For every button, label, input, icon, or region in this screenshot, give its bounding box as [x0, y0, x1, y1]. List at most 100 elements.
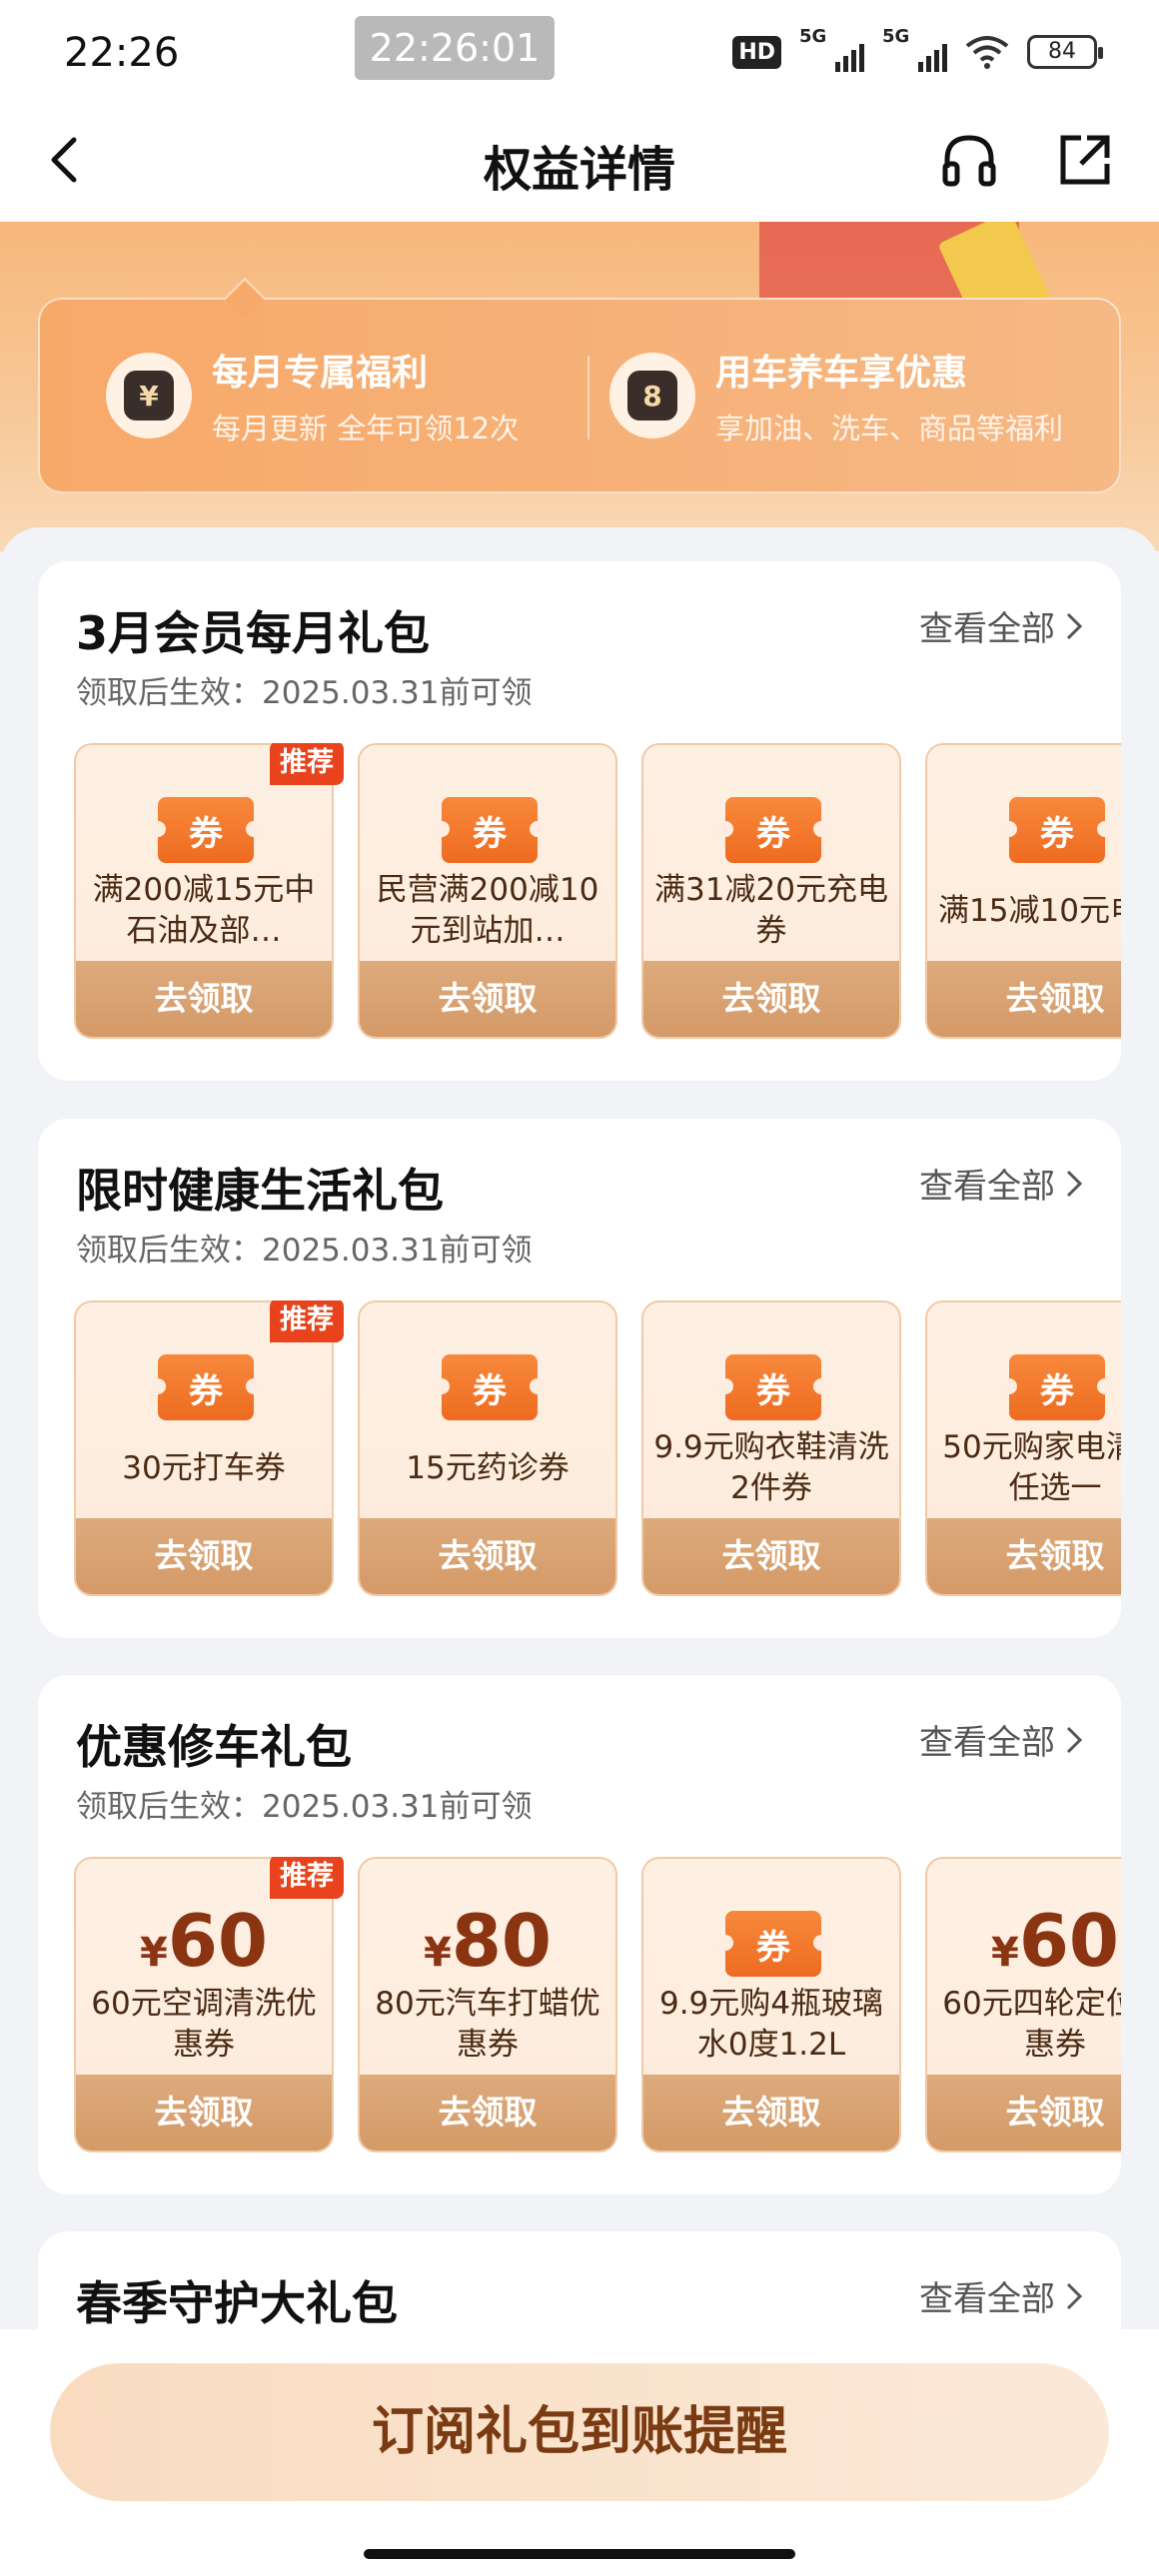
claim-button[interactable]: 去领取: [360, 961, 615, 1037]
benefit-item-monthly: ¥ 每月专属福利 每月更新 全年可领12次: [106, 344, 519, 447]
ticket-icon: 券: [434, 1354, 546, 1420]
coupon-description: 50元购家电清洗任选一: [942, 1429, 1121, 1506]
section-subtitle: 领取后生效：2025.03.31前可领: [76, 1789, 533, 1825]
home-indicator[interactable]: [364, 2549, 795, 2559]
claim-button[interactable]: 去领取: [360, 2075, 615, 2150]
benefit-item-car: 8 用车养车享优惠 享加油、洗车、商品等福利: [609, 344, 1063, 447]
section-repair-pack: 优惠修车礼包 查看全部 领取后生效：2025.03.31前可领 ¥60 60元空…: [38, 1675, 1121, 2194]
claim-button[interactable]: 去领取: [927, 2075, 1121, 2150]
ticket-icon: 券: [150, 797, 262, 863]
share-icon[interactable]: [1053, 128, 1117, 192]
coupon-card[interactable]: 券 9.9元购衣鞋清洗2件券 去领取: [641, 1300, 901, 1596]
coin-icon: ¥: [106, 353, 192, 438]
coupon-description: 满200减15元中石油及部…: [92, 872, 316, 949]
claim-button[interactable]: 去领取: [643, 2075, 899, 2150]
coupon-description: 满15减10元电券: [938, 892, 1121, 929]
coupon-description: 30元打车券: [122, 1449, 286, 1486]
claim-button[interactable]: 去领取: [643, 1518, 899, 1594]
view-all-link[interactable]: 查看全部: [919, 1715, 1085, 1764]
coupon-card[interactable]: 券 50元购家电清洗任选一 去领取: [925, 1300, 1121, 1596]
ticket-icon: 券: [717, 797, 829, 863]
view-all-link[interactable]: 查看全部: [919, 2271, 1085, 2320]
coupon-description: 9.9元购4瓶玻璃水0度1.2L: [658, 1986, 884, 2063]
status-icons: HD 5G 5G 84: [732, 26, 1103, 72]
headset-icon[interactable]: [937, 128, 1001, 192]
signal-icon: 5G: [799, 26, 864, 72]
benefit-summary-card: ¥ 每月专属福利 每月更新 全年可领12次 8 用车养车享优惠 享加油、洗车、商…: [38, 298, 1121, 493]
section-subtitle: 领取后生效：2025.03.31前可领: [76, 675, 533, 711]
ticket-icon: 券: [1001, 1354, 1113, 1420]
coupon-card[interactable]: 券 30元打车券 去领取: [74, 1300, 334, 1596]
section-monthly-pack: 3月会员每月礼包 查看全部 领取后生效：2025.03.31前可领 券 满200…: [38, 561, 1121, 1081]
coupon-card[interactable]: ¥80 80元汽车打蜡优惠券 去领取: [358, 1857, 617, 2152]
coupon-description: 民营满200减10元到站加…: [376, 872, 599, 949]
section-title: 优惠修车礼包: [76, 1720, 352, 1774]
coupon-card[interactable]: 券 满200减15元中石油及部… 去领取: [74, 743, 334, 1039]
status-bar: 22:26 22:26:01 HD 5G 5G 84: [0, 0, 1159, 100]
recommend-tag: 推荐: [270, 1857, 344, 1899]
claim-button[interactable]: 去领取: [76, 961, 332, 1037]
view-all-link[interactable]: 查看全部: [919, 601, 1085, 650]
coupon-description: 9.9元购衣鞋清洗2件券: [653, 1429, 889, 1506]
chevron-right-icon: [1066, 2282, 1083, 2309]
claim-button[interactable]: 去领取: [76, 1518, 332, 1594]
car-service-icon: 8: [609, 353, 695, 438]
coupon-card[interactable]: ¥60 60元四轮定位优惠券 去领取: [925, 1857, 1121, 2152]
section-title: 春季守护大礼包: [76, 2276, 398, 2330]
chevron-right-icon: [1066, 1170, 1083, 1197]
coupon-card[interactable]: 券 满31减20元充电券 去领取: [641, 743, 901, 1039]
coupon-row: ¥60 60元空调清洗优惠券 去领取 推荐 ¥80 80元汽车打蜡优惠券 去领取…: [74, 1857, 1121, 2156]
recommend-tag: 推荐: [270, 1300, 344, 1342]
coupon-card[interactable]: 券 9.9元购4瓶玻璃水0度1.2L 去领取: [641, 1857, 901, 2152]
benefit-subtitle: 享加油、洗车、商品等福利: [715, 412, 1064, 445]
divider: [587, 356, 589, 439]
clock-overlay: 22:26:01: [355, 16, 555, 80]
claim-button[interactable]: 去领取: [927, 1518, 1121, 1594]
chevron-right-icon: [1066, 1726, 1083, 1753]
claim-button[interactable]: 去领取: [643, 961, 899, 1037]
nav-header: 权益详情: [0, 100, 1159, 222]
claim-button[interactable]: 去领取: [360, 1518, 615, 1594]
view-all-label: 查看全部: [919, 609, 1055, 649]
bottom-bar: 订阅礼包到账提醒: [0, 2329, 1159, 2576]
network-label: 5G: [882, 26, 910, 47]
view-all-link[interactable]: 查看全部: [919, 1159, 1085, 1208]
coupon-price: ¥60: [139, 1899, 269, 1983]
benefit-title: 每月专属福利: [212, 353, 429, 394]
coupon-description: 15元药诊券: [406, 1449, 570, 1486]
view-all-label: 查看全部: [919, 1723, 1055, 1763]
section-subtitle: 领取后生效：2025.03.31前可领: [76, 1233, 533, 1269]
coupon-card[interactable]: 券 15元药诊券 去领取: [358, 1300, 617, 1596]
coupon-description: 60元空调清洗优惠券: [91, 1986, 317, 2063]
ticket-icon: 券: [150, 1354, 262, 1420]
ticket-icon: 券: [1001, 797, 1113, 863]
chevron-right-icon: [1066, 612, 1083, 639]
view-all-label: 查看全部: [919, 1167, 1055, 1207]
view-all-label: 查看全部: [919, 2279, 1055, 2319]
claim-button[interactable]: 去领取: [76, 2075, 332, 2150]
section-health-pack: 限时健康生活礼包 查看全部 领取后生效：2025.03.31前可领 券 30元打…: [38, 1119, 1121, 1638]
coupon-row: 券 满200减15元中石油及部… 去领取 推荐 券 民营满200减10元到站加……: [74, 743, 1121, 1043]
benefit-title: 用车养车享优惠: [715, 353, 968, 394]
status-time: 22:26: [64, 30, 180, 76]
ticket-icon: 券: [434, 797, 546, 863]
section-title: 限时健康生活礼包: [76, 1164, 444, 1218]
section-title: 3月会员每月礼包: [76, 606, 431, 660]
benefit-banner: ¥ 每月专属福利 每月更新 全年可领12次 8 用车养车享优惠 享加油、洗车、商…: [0, 222, 1159, 551]
signal-icon: 5G: [882, 26, 947, 72]
coupon-price: ¥60: [990, 1899, 1120, 1983]
benefit-subtitle: 每月更新 全年可领12次: [212, 412, 520, 445]
coupon-price: ¥80: [423, 1899, 553, 1983]
coupon-card[interactable]: ¥60 60元空调清洗优惠券 去领取: [74, 1857, 334, 2152]
coupon-description: 满31减20元充电券: [654, 872, 888, 949]
ticket-icon: 券: [717, 1354, 829, 1420]
subscribe-reminder-button[interactable]: 订阅礼包到账提醒: [50, 2363, 1109, 2501]
coupon-card[interactable]: 券 满15减10元电券 去领取: [925, 743, 1121, 1039]
hd-icon: HD: [732, 35, 781, 69]
coupon-row: 券 30元打车券 去领取 推荐 券 15元药诊券 去领取 券 9.9元购衣鞋清洗…: [74, 1300, 1121, 1600]
coupon-card[interactable]: 券 民营满200减10元到站加… 去领取: [358, 743, 617, 1039]
ticket-icon: 券: [717, 1911, 829, 1977]
recommend-tag: 推荐: [270, 743, 344, 785]
wifi-icon: [965, 36, 1009, 69]
claim-button[interactable]: 去领取: [927, 961, 1121, 1037]
